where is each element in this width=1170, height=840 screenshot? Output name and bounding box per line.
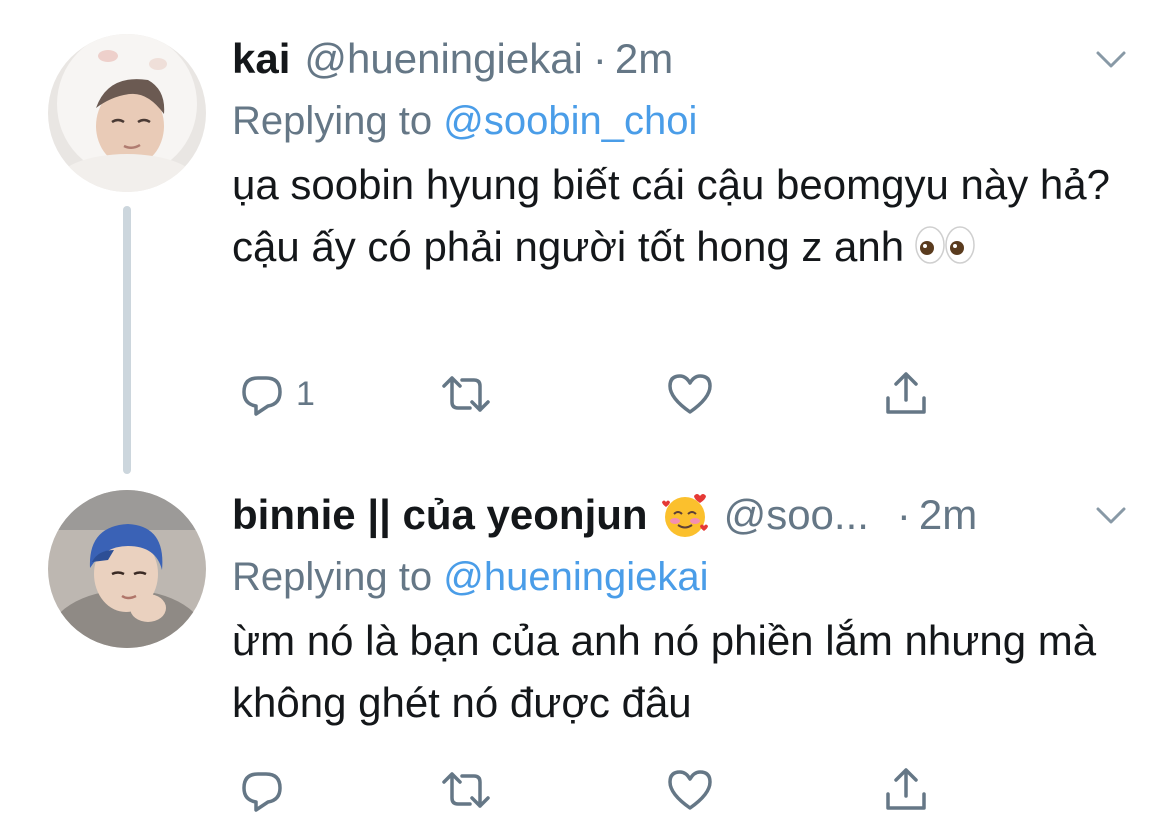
share-button[interactable] (880, 760, 932, 820)
share-icon (886, 768, 926, 810)
like-button[interactable] (664, 364, 716, 424)
like-icon (668, 374, 712, 414)
timestamp[interactable]: 2m (919, 491, 977, 539)
reply-button[interactable]: 1 (236, 364, 315, 424)
tweet-2-content: binnie || của yeonjun @soo... · 2m Reply… (232, 490, 1130, 734)
replying-to: Replying to @soobin_choi (232, 94, 1130, 148)
timestamp[interactable]: 2m (615, 35, 673, 83)
smiling-face-with-hearts-icon (661, 494, 708, 537)
replying-label: Replying to (232, 555, 433, 599)
replying-to-handle[interactable]: @hueningiekai (443, 555, 708, 599)
share-icon (886, 372, 926, 414)
avatar-binnie[interactable] (48, 490, 206, 648)
tweet-2[interactable]: binnie || của yeonjun @soo... · 2m Reply… (0, 470, 1170, 840)
tweet-1[interactable]: kai @hueningiekai · 2m Replying to @soob… (0, 0, 1170, 474)
share-button[interactable] (880, 364, 932, 424)
like-button[interactable] (664, 760, 716, 820)
retweet-button[interactable] (440, 760, 492, 820)
like-icon (668, 770, 712, 810)
reply-icon (242, 772, 282, 812)
retweet-icon (442, 376, 490, 412)
tweet-actions: 1 (232, 364, 952, 424)
separator-dot: · (592, 35, 607, 82)
reply-button[interactable] (236, 760, 296, 820)
tweet-text: ụa soobin hyung biết cái cậu beomgyu này… (232, 154, 1130, 278)
tweet-text-content: ụa soobin hyung biết cái cậu beomgyu này… (232, 161, 1110, 270)
tweet-header: binnie || của yeonjun @soo... · 2m (232, 490, 1130, 540)
replying-to: Replying to @hueningiekai (232, 550, 1130, 604)
separator-dot: · (896, 491, 911, 538)
tweet-actions (232, 760, 952, 820)
avatar-binnie-image (48, 490, 206, 648)
chevron-down-icon[interactable] (1092, 40, 1130, 78)
tweet-text: ừm nó là bạn của anh nó phiền lắm nhưng … (232, 610, 1130, 734)
replying-to-handle[interactable]: @soobin_choi (443, 99, 697, 143)
user-handle[interactable]: @hueningiekai (304, 35, 583, 83)
eyes-emoji-icon (915, 226, 975, 264)
display-name[interactable]: binnie || của yeonjun (232, 491, 648, 539)
thread-line (123, 206, 131, 474)
chevron-down-icon[interactable] (1092, 496, 1130, 534)
user-handle[interactable]: @soo... (724, 491, 869, 539)
reply-icon (242, 376, 282, 416)
retweet-button[interactable] (440, 364, 492, 424)
reply-count: 1 (296, 374, 315, 413)
tweet-text-content: ừm nó là bạn của anh nó phiền lắm nhưng … (232, 617, 1097, 726)
tweet-1-content: kai @hueningiekai · 2m Replying to @soob… (232, 34, 1130, 278)
retweet-icon (442, 772, 490, 808)
display-name[interactable]: kai (232, 35, 290, 83)
tweet-header: kai @hueningiekai · 2m (232, 34, 1130, 84)
avatar-kai-image (48, 34, 206, 192)
avatar-kai[interactable] (48, 34, 206, 192)
replying-label: Replying to (232, 99, 433, 143)
